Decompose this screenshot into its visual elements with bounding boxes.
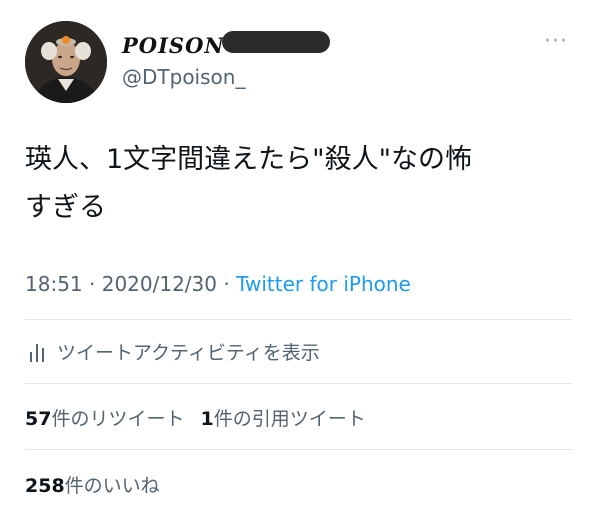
more-options-icon[interactable]: ···	[544, 31, 568, 53]
display-name[interactable]: POISON	[122, 33, 225, 58]
retweets-count: 57	[25, 408, 52, 430]
tweet-activity-link[interactable]: ツイートアクティビティを表示	[25, 338, 320, 365]
likes-label: 件のいいね	[64, 475, 160, 497]
tweet-source-link[interactable]: Twitter for iPhone	[236, 272, 411, 296]
user-handle[interactable]: @DTpoison_	[122, 65, 245, 89]
quote-tweets-stat[interactable]: 1件の引用ツイート	[200, 408, 365, 430]
divider	[25, 449, 572, 450]
tweet-activity-label: ツイートアクティビティを表示	[57, 342, 320, 364]
tweet-time[interactable]: 18:51	[25, 272, 83, 296]
divider	[25, 383, 572, 384]
meta-separator-2: ·	[217, 272, 237, 296]
tweet-card: POISON @DTpoison_ ··· 瑛人、1文字間違えたら"殺人"なの怖…	[0, 0, 597, 514]
tweet-metadata: 18:51 · 2020/12/30 · Twitter for iPhone	[25, 272, 411, 296]
redaction-bar	[222, 31, 330, 53]
tweet-date[interactable]: 2020/12/30	[102, 272, 217, 296]
bar-chart-icon	[25, 340, 49, 364]
quotes-count: 1	[200, 408, 214, 430]
avatar[interactable]	[25, 21, 107, 103]
tweet-text-line-2: すぎる	[25, 192, 106, 223]
retweet-stats-row: 57件のリツイート 1件の引用ツイート	[25, 404, 366, 431]
retweets-label: 件のリツイート	[51, 408, 185, 430]
tweet-text-line-1: 瑛人、1文字間違えたら"殺人"なの怖	[25, 144, 473, 175]
retweets-stat[interactable]: 57件のリツイート	[25, 408, 184, 430]
meta-separator-1: ·	[82, 272, 102, 296]
likes-stats-row: 258件のいいね	[25, 471, 160, 498]
likes-stat[interactable]: 258件のいいね	[25, 475, 160, 497]
likes-count: 258	[25, 475, 65, 497]
divider	[25, 319, 572, 320]
avatar-portrait-image	[25, 21, 107, 103]
quotes-label: 件の引用ツイート	[213, 408, 366, 430]
tweet-text: 瑛人、1文字間違えたら"殺人"なの怖 すぎる	[25, 136, 575, 232]
